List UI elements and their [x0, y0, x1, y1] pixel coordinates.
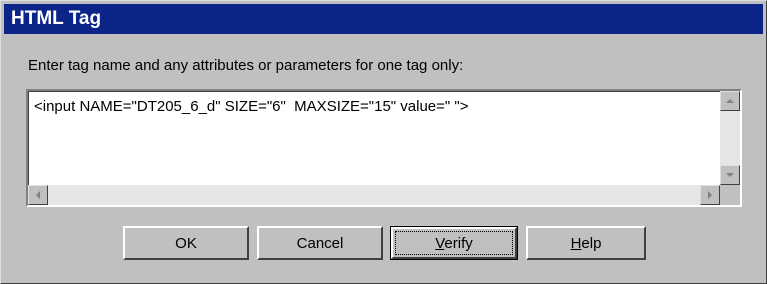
scroll-left-arrow-icon	[36, 191, 40, 199]
cancel-button-label: Cancel	[296, 234, 344, 252]
scrollbar-corner	[720, 185, 740, 205]
ok-button[interactable]: OK	[123, 226, 249, 260]
verify-button-label: Verify	[435, 235, 473, 252]
scroll-up-arrow-icon	[726, 99, 734, 103]
help-button[interactable]: Help	[526, 226, 646, 260]
vertical-scrollbar[interactable]	[720, 91, 740, 185]
verify-button[interactable]: Verify	[390, 226, 518, 260]
tag-text-area[interactable]: <input NAME="DT205_6_d" SIZE="6" MAXSIZE…	[26, 89, 742, 207]
scroll-right-arrow-icon	[708, 191, 712, 199]
dialog-title-bar[interactable]: HTML Tag	[4, 4, 763, 34]
horizontal-scrollbar[interactable]	[28, 185, 720, 205]
html-tag-dialog: HTML Tag Enter tag name and any attribut…	[0, 0, 767, 284]
help-label-rest: elp	[581, 234, 602, 252]
help-mnemonic: H	[570, 234, 582, 252]
ok-button-label: OK	[175, 234, 197, 252]
tag-text-content[interactable]: <input NAME="DT205_6_d" SIZE="6" MAXSIZE…	[34, 98, 469, 115]
prompt-label: Enter tag name and any attributes or par…	[28, 57, 464, 74]
verify-label-rest: erify	[444, 234, 473, 252]
help-button-label: Help	[571, 235, 602, 252]
dialog-title: HTML Tag	[11, 8, 102, 29]
scroll-right-button[interactable]	[700, 185, 720, 205]
scroll-down-arrow-icon	[726, 173, 734, 177]
scroll-left-button[interactable]	[28, 185, 48, 205]
cancel-button[interactable]: Cancel	[257, 226, 383, 260]
scroll-down-button[interactable]	[720, 165, 740, 185]
scroll-up-button[interactable]	[720, 91, 740, 111]
